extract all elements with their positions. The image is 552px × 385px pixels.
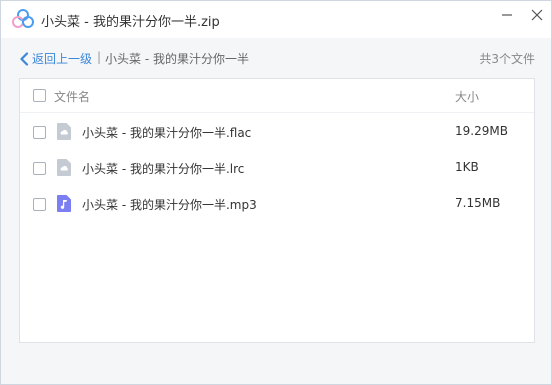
- close-button[interactable]: [523, 4, 551, 26]
- navigation-bar: 返回上一级 | 小头菜 - 我的果汁分你一半 共3个文件: [1, 38, 551, 78]
- file-row[interactable]: 小头菜 - 我的果汁分你一半.mp3 7.15MB: [20, 186, 534, 222]
- back-label: 返回上一级: [32, 52, 93, 66]
- minimize-button[interactable]: [493, 4, 521, 26]
- breadcrumb-separator: |: [97, 50, 102, 64]
- file-row[interactable]: 小头菜 - 我的果汁分你一半.lrc 1KB: [20, 150, 534, 186]
- file-name: 小头菜 - 我的果汁分你一半.mp3: [82, 198, 257, 212]
- file-count: 共3个文件: [479, 52, 535, 66]
- file-size: 19.29MB: [455, 124, 508, 138]
- file-size: 1KB: [455, 160, 479, 174]
- close-icon: [531, 9, 543, 21]
- title-bar: 小头菜 - 我的果汁分你一半.zip: [1, 1, 551, 38]
- chevron-left-icon: [20, 51, 29, 66]
- window-title: 小头菜 - 我的果汁分你一半.zip: [41, 15, 220, 30]
- row-checkbox[interactable]: [33, 126, 46, 139]
- column-header-size[interactable]: 大小: [455, 88, 479, 105]
- minimize-icon: [502, 14, 512, 16]
- audio-file-icon: [57, 123, 71, 140]
- select-all-checkbox[interactable]: [33, 89, 46, 102]
- row-checkbox[interactable]: [33, 198, 46, 211]
- row-checkbox[interactable]: [33, 162, 46, 175]
- cloud-logo-icon: [12, 9, 34, 28]
- file-row[interactable]: 小头菜 - 我的果汁分你一半.flac 19.29MB: [20, 114, 534, 150]
- music-file-icon: [57, 195, 71, 212]
- generic-file-icon: [57, 159, 71, 176]
- file-list: 文件名 大小 小头菜 - 我的果汁分你一半.flac 19.29MB 小头菜 -…: [19, 78, 535, 343]
- file-list-header: 文件名 大小: [20, 79, 534, 113]
- back-button[interactable]: 返回上一级: [19, 50, 92, 67]
- archive-viewer-window: 小头菜 - 我的果汁分你一半.zip 返回上一级 | 小头菜 - 我的果汁分你一…: [0, 0, 552, 385]
- column-header-name[interactable]: 文件名: [54, 88, 90, 105]
- breadcrumb-current-folder: 小头菜 - 我的果汁分你一半: [105, 52, 249, 66]
- file-name: 小头菜 - 我的果汁分你一半.flac: [82, 126, 252, 140]
- file-size: 7.15MB: [455, 196, 501, 210]
- file-name: 小头菜 - 我的果汁分你一半.lrc: [82, 162, 245, 176]
